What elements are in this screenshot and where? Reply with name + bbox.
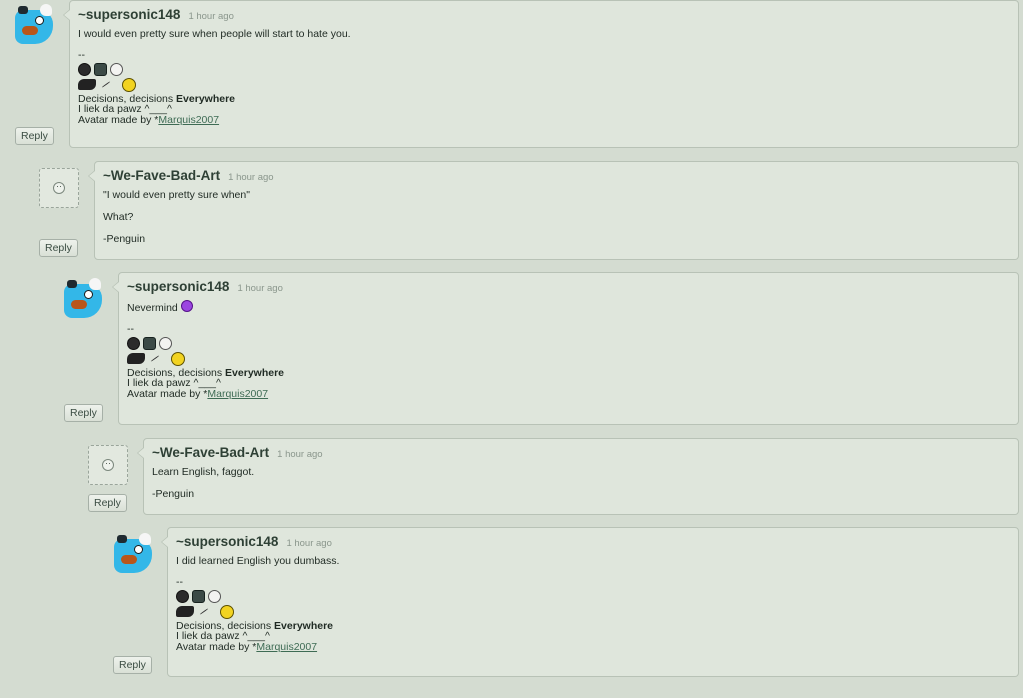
comment-time: 1 hour ago	[188, 11, 234, 22]
reply-button[interactable]: Reply	[88, 494, 127, 512]
comment-body: "I would even pretty sure when" What? -P…	[103, 189, 1010, 246]
dark-orb-icon	[127, 336, 140, 350]
emote-row-2	[78, 77, 1010, 92]
comment-4: Reply ~We-Fave-Bad-Art 1 hour ago Learn …	[0, 438, 1019, 515]
comment-author[interactable]: ~supersonic148	[127, 279, 229, 294]
blank-smiley-icon	[53, 182, 65, 194]
signature: -- Decisions, decisions Everywhere I lie…	[176, 577, 1010, 652]
emote-row-2	[176, 604, 1010, 619]
comment-time: 1 hour ago	[228, 172, 274, 183]
dark-orb-icon	[176, 589, 189, 603]
comment-box: ~We-Fave-Bad-Art 1 hour ago Learn Englis…	[137, 438, 1019, 515]
signature-separator: --	[176, 576, 183, 588]
comment-5: Reply ~supersonic148 1 hour ago I did le…	[0, 527, 1019, 677]
comment-text: I would even pretty sure when people wil…	[78, 28, 351, 40]
troll-face-icon	[208, 589, 221, 603]
signature-decisions: Decisions, decisions Everywhere	[127, 366, 285, 379]
emote-row-2	[127, 351, 1010, 366]
purple-smiley-icon	[180, 300, 193, 312]
signature-avatar-credit: Avatar made by *Marquis2007	[127, 387, 269, 400]
blank-avatar-icon[interactable]	[88, 445, 128, 485]
user-avatar[interactable]	[12, 4, 56, 48]
blank-smiley-icon	[102, 459, 114, 471]
comment-box: ~supersonic148 1 hour ago Nevermind -- D…	[112, 272, 1019, 425]
blank-avatar-icon[interactable]	[39, 168, 79, 208]
comment-author[interactable]: ~supersonic148	[176, 534, 278, 549]
emote-row-1	[127, 336, 1010, 350]
comment-body: I did learned English you dumbass. -- De…	[176, 555, 1010, 652]
marquis-link[interactable]: Marquis2007	[256, 641, 317, 653]
marquis-link[interactable]: Marquis2007	[207, 388, 268, 400]
comment-box: ~We-Fave-Bad-Art 1 hour ago "I would eve…	[88, 161, 1019, 260]
stick-icon	[101, 81, 111, 88]
stick-icon	[199, 608, 209, 615]
cat-icon	[94, 62, 107, 76]
stick-icon	[150, 355, 160, 362]
signature-avatar-credit: Avatar made by *Marquis2007	[176, 640, 318, 653]
yellow-smiley-icon	[122, 77, 136, 92]
comment-box: ~supersonic148 1 hour ago I would even p…	[63, 0, 1019, 148]
comment-3: Reply ~supersonic148 1 hour ago Nevermin…	[0, 272, 1019, 425]
comment-thread: Reply ~supersonic148 1 hour ago I would …	[0, 0, 1023, 698]
emote-row-1	[78, 62, 1010, 76]
emote-row-1	[176, 589, 1010, 603]
comment-author[interactable]: ~We-Fave-Bad-Art	[103, 168, 220, 183]
signature: -- Decisions, decisions Everywhere I lie…	[78, 50, 1010, 125]
ninja-face-icon	[176, 606, 194, 617]
signature-decisions: Decisions, decisions Everywhere	[78, 92, 236, 105]
reply-button[interactable]: Reply	[39, 239, 78, 257]
comment-body: Nevermind -- Decisions, decisions Everyw…	[127, 300, 1010, 399]
mascot-avatar-icon	[12, 4, 56, 48]
troll-face-icon	[159, 336, 172, 350]
cat-icon	[192, 589, 205, 603]
signature-decisions: Decisions, decisions Everywhere	[176, 619, 334, 632]
mascot-avatar-icon	[61, 278, 105, 322]
comment-text: "I would even pretty sure when"	[103, 189, 250, 201]
comment-time: 1 hour ago	[286, 538, 332, 549]
ninja-face-icon	[127, 353, 145, 364]
comment-text: I did learned English you dumbass.	[176, 555, 340, 567]
comment-author[interactable]: ~We-Fave-Bad-Art	[152, 445, 269, 460]
reply-button[interactable]: Reply	[15, 127, 54, 145]
yellow-smiley-icon	[220, 604, 234, 619]
comment-text: -Penguin	[152, 488, 195, 500]
mascot-avatar-icon	[111, 533, 155, 577]
comment-1: Reply ~supersonic148 1 hour ago I would …	[0, 0, 1019, 148]
signature-separator: --	[127, 323, 134, 335]
yellow-smiley-icon	[171, 351, 185, 366]
signature: -- Decisions, decisions Everywhere I lie…	[127, 324, 1010, 399]
comment-text: Learn English, faggot.	[152, 466, 255, 478]
comment-body: I would even pretty sure when people wil…	[78, 28, 1010, 125]
reply-button[interactable]: Reply	[64, 404, 103, 422]
comment-2: Reply ~We-Fave-Bad-Art 1 hour ago "I wou…	[0, 161, 1019, 260]
marquis-link[interactable]: Marquis2007	[158, 114, 219, 126]
user-avatar[interactable]	[61, 278, 105, 322]
comment-text: -Penguin	[103, 233, 146, 245]
comment-text: Nevermind	[127, 300, 1010, 315]
ninja-face-icon	[78, 79, 96, 90]
cat-icon	[143, 336, 156, 350]
comment-text: What?	[103, 211, 134, 223]
comment-time: 1 hour ago	[237, 283, 283, 294]
dark-orb-icon	[78, 62, 91, 76]
troll-face-icon	[110, 62, 123, 76]
signature-separator: --	[78, 49, 85, 61]
reply-button[interactable]: Reply	[113, 656, 152, 674]
comment-box: ~supersonic148 1 hour ago I did learned …	[161, 527, 1019, 677]
comment-body: Learn English, faggot. -Penguin	[152, 466, 1010, 501]
comment-author[interactable]: ~supersonic148	[78, 7, 180, 22]
signature-avatar-credit: Avatar made by *Marquis2007	[78, 113, 220, 126]
comment-time: 1 hour ago	[277, 449, 323, 460]
user-avatar[interactable]	[111, 533, 155, 577]
